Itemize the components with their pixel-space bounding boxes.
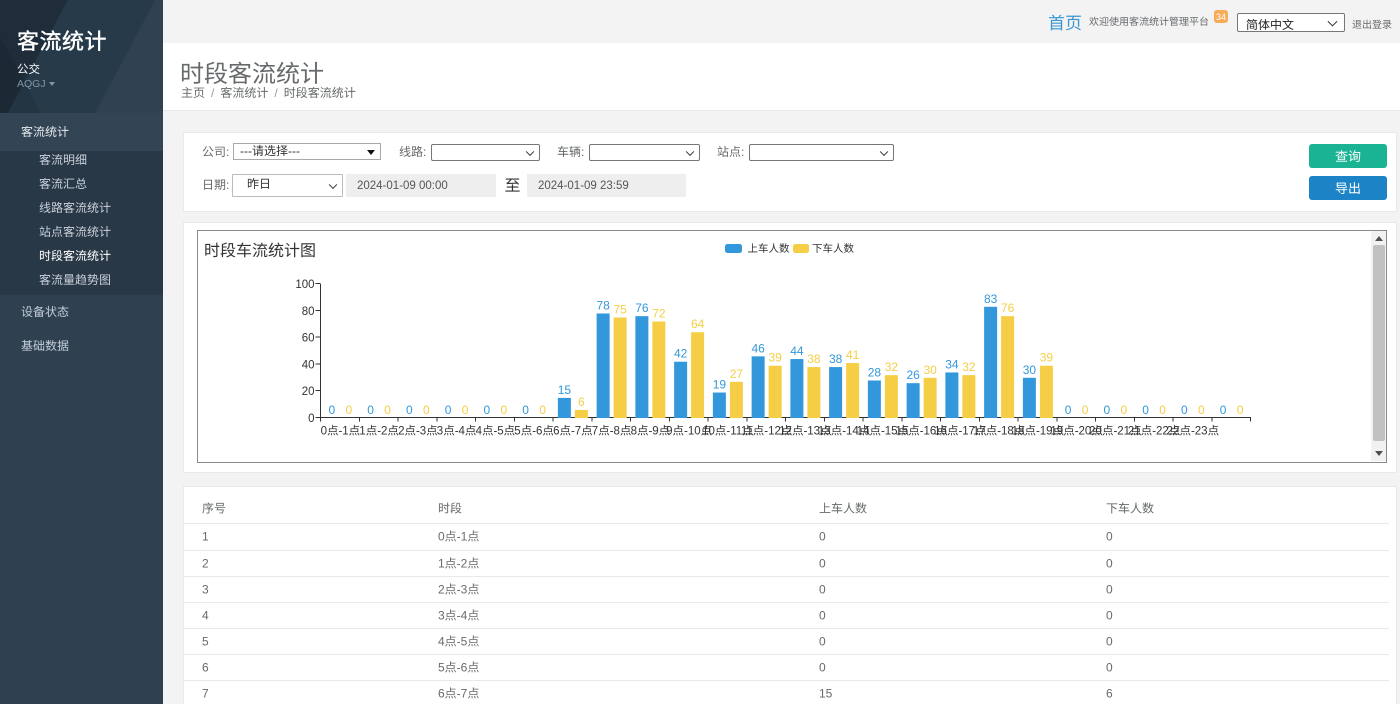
svg-text:34: 34 — [945, 355, 959, 372]
svg-text:100: 100 — [295, 276, 314, 292]
svg-text:0: 0 — [423, 401, 430, 418]
svg-text:27: 27 — [730, 365, 744, 382]
svg-text:44: 44 — [790, 342, 804, 359]
svg-text:38: 38 — [829, 350, 843, 367]
svg-text:6点-7点: 6点-7点 — [553, 423, 593, 439]
svg-text:0: 0 — [462, 401, 469, 418]
svg-text:0: 0 — [1121, 401, 1128, 418]
svg-text:30: 30 — [1023, 361, 1037, 378]
svg-text:0: 0 — [329, 401, 336, 418]
svg-text:38: 38 — [807, 350, 821, 367]
svg-text:0: 0 — [1220, 401, 1227, 418]
svg-text:28: 28 — [868, 363, 882, 380]
svg-text:6: 6 — [578, 393, 585, 410]
svg-text:4点-5点: 4点-5点 — [476, 423, 516, 439]
svg-text:0: 0 — [1159, 401, 1166, 418]
svg-text:32: 32 — [885, 358, 899, 375]
svg-text:7点-8点: 7点-8点 — [592, 423, 632, 439]
svg-text:80: 80 — [302, 303, 315, 319]
svg-text:42: 42 — [674, 345, 688, 362]
svg-text:0: 0 — [1142, 401, 1149, 418]
svg-text:72: 72 — [652, 305, 666, 322]
svg-text:0: 0 — [308, 410, 314, 426]
svg-text:0: 0 — [484, 401, 491, 418]
svg-text:0: 0 — [1104, 401, 1111, 418]
svg-text:76: 76 — [1001, 299, 1015, 316]
svg-text:39: 39 — [1040, 349, 1054, 366]
svg-text:41: 41 — [846, 346, 860, 363]
svg-text:0: 0 — [1065, 401, 1072, 418]
svg-text:0: 0 — [539, 401, 546, 418]
svg-text:1点-2点: 1点-2点 — [359, 423, 399, 439]
svg-text:19: 19 — [713, 376, 727, 393]
svg-text:8点-9点: 8点-9点 — [631, 423, 671, 439]
svg-text:22点-23点: 22点-23点 — [1167, 423, 1219, 439]
svg-text:15: 15 — [558, 381, 572, 398]
svg-text:20: 20 — [302, 383, 315, 399]
svg-text:0点-1点: 0点-1点 — [321, 423, 361, 439]
svg-text:32: 32 — [962, 358, 976, 375]
svg-text:0: 0 — [1198, 401, 1205, 418]
svg-text:0: 0 — [384, 401, 391, 418]
svg-text:0: 0 — [346, 401, 353, 418]
svg-text:3点-4点: 3点-4点 — [437, 423, 477, 439]
svg-text:26: 26 — [906, 366, 920, 383]
svg-text:0: 0 — [406, 401, 413, 418]
svg-text:46: 46 — [751, 339, 765, 356]
svg-text:5点-6点: 5点-6点 — [514, 423, 554, 439]
svg-text:0: 0 — [445, 401, 452, 418]
svg-text:40: 40 — [302, 356, 315, 372]
svg-text:78: 78 — [596, 296, 610, 313]
svg-text:0: 0 — [1237, 401, 1244, 418]
svg-text:30: 30 — [923, 361, 937, 378]
svg-text:60: 60 — [302, 330, 315, 346]
svg-text:0: 0 — [501, 401, 508, 418]
svg-text:39: 39 — [768, 349, 782, 366]
svg-text:76: 76 — [635, 299, 649, 316]
svg-text:0: 0 — [1082, 401, 1089, 418]
svg-text:64: 64 — [691, 315, 705, 332]
svg-text:0: 0 — [522, 401, 529, 418]
svg-text:0: 0 — [367, 401, 374, 418]
svg-text:75: 75 — [613, 301, 627, 318]
svg-text:0: 0 — [1181, 401, 1188, 418]
svg-text:2点-3点: 2点-3点 — [398, 423, 438, 439]
svg-text:83: 83 — [984, 290, 998, 307]
